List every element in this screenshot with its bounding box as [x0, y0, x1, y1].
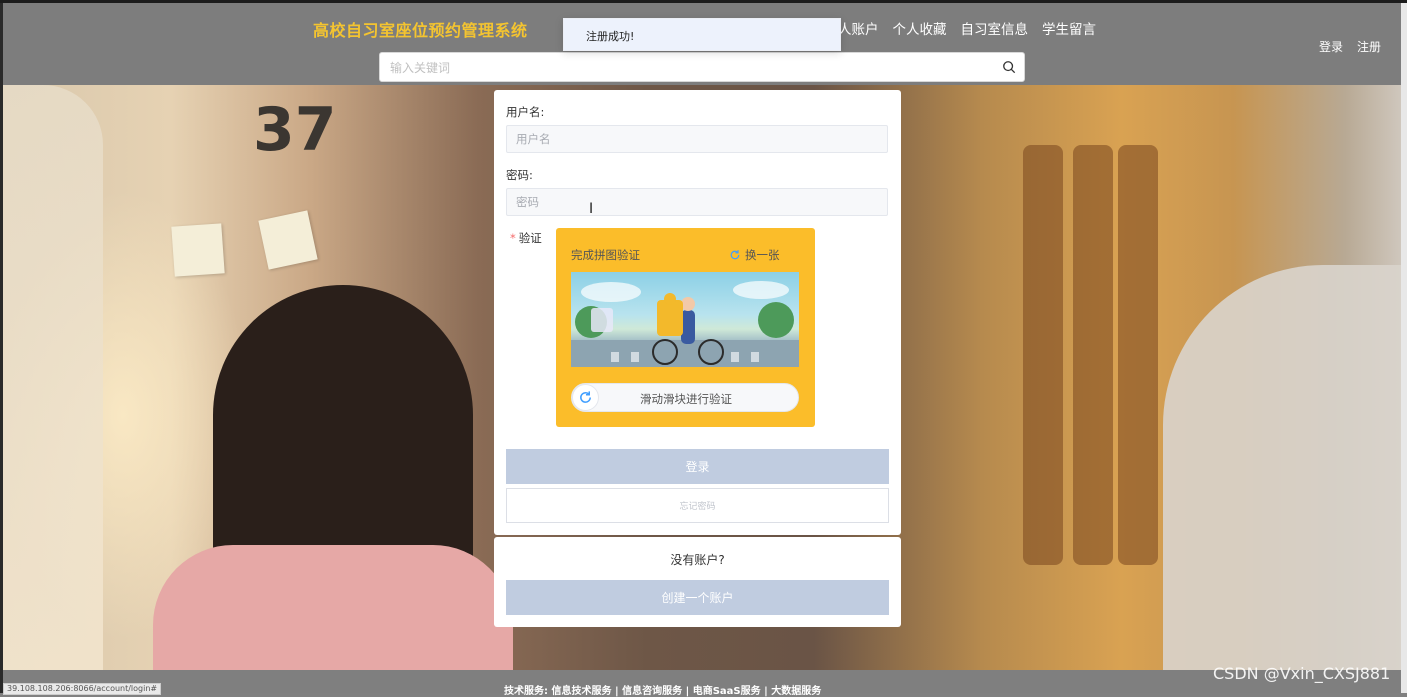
slider-instruction: 滑动滑块进行验证	[640, 392, 732, 406]
chair-back	[1023, 145, 1063, 565]
password-label: 密码:	[506, 168, 533, 182]
captcha-title: 完成拼图验证	[571, 248, 640, 262]
verify-label-text: 验证	[518, 231, 542, 245]
login-link[interactable]: 登录	[1319, 38, 1343, 55]
csdn-watermark: CSDN @Vxin_CXSJ881	[1213, 664, 1391, 683]
search-icon[interactable]	[1002, 60, 1016, 74]
captcha-refresh-label: 换一张	[745, 248, 780, 262]
foreground-seat	[1163, 265, 1401, 670]
main-nav: 人账户 个人收藏 自习室信息 学生留言	[838, 18, 1096, 38]
login-button[interactable]: 登录	[506, 449, 889, 484]
search-bar	[379, 52, 1025, 83]
password-field-wrap	[506, 188, 888, 216]
sticky-note	[258, 210, 318, 270]
success-toast: 注册成功!	[563, 18, 841, 51]
create-account-button[interactable]: 创建一个账户	[506, 580, 889, 615]
username-input[interactable]	[507, 126, 887, 152]
verify-label: * 验证	[510, 230, 542, 246]
window-right-edge	[1401, 3, 1407, 693]
refresh-icon	[580, 391, 591, 403]
illustration-image	[571, 281, 799, 367]
search-input[interactable]	[388, 53, 992, 83]
captcha-puzzle-image	[571, 272, 799, 367]
chair-back	[1073, 145, 1113, 565]
toast-message: 注册成功!	[586, 30, 635, 43]
seat-number-sign: 37	[253, 95, 337, 165]
sticky-note	[171, 223, 225, 277]
password-input[interactable]	[507, 189, 887, 215]
forgot-password-button[interactable]: 忘记密码	[506, 488, 889, 523]
nav-item-favorites[interactable]: 个人收藏	[893, 18, 947, 38]
chair-back	[1118, 145, 1158, 565]
signup-card: 没有账户? 创建一个账户	[494, 537, 901, 627]
footer-services: 技术服务: 信息技术服务 | 信息咨询服务 | 电商SaaS服务 | 大数据服务	[504, 686, 822, 697]
refresh-icon	[730, 250, 740, 260]
no-account-prompt: 没有账户?	[670, 553, 725, 567]
auth-links: 登录 注册	[1319, 38, 1381, 55]
person-hoodie	[153, 545, 513, 670]
status-bar-url: 39.108.108.206:8066/account/login#	[3, 683, 162, 695]
login-card: 用户名: 密码: *验证 完成拼图验证 换一张	[494, 90, 901, 535]
username-field-wrap	[506, 125, 888, 153]
captcha-panel: 完成拼图验证 换一张 滑动滑块进行验证	[556, 228, 815, 427]
required-asterisk: *	[510, 231, 516, 245]
register-link[interactable]: 注册	[1357, 38, 1381, 55]
site-title[interactable]: 高校自习室座位预约管理系统	[313, 17, 528, 41]
nav-item-study-room[interactable]: 自习室信息	[961, 18, 1029, 38]
text-cursor-icon: I	[589, 201, 594, 217]
captcha-slider-track: 滑动滑块进行验证	[571, 383, 799, 412]
username-label: 用户名:	[506, 105, 545, 119]
desk-partition	[3, 85, 103, 670]
nav-item-messages[interactable]: 学生留言	[1042, 18, 1096, 38]
slider-handle[interactable]	[572, 384, 599, 411]
captcha-refresh-button[interactable]: 换一张	[729, 247, 780, 263]
nav-item-account[interactable]: 人账户	[838, 18, 879, 38]
